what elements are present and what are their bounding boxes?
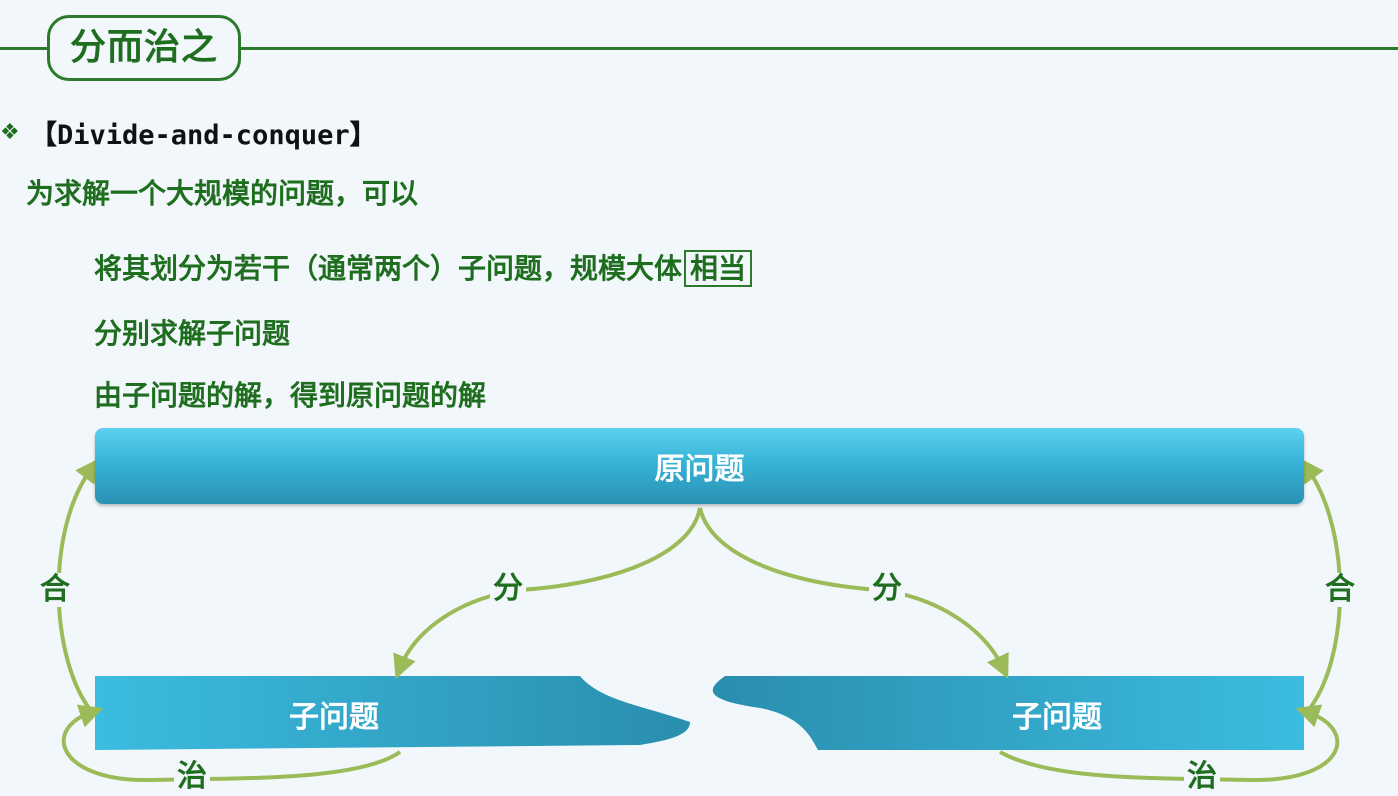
sub-problem-right-label: 子问题 [1012,700,1102,735]
divide-label-left: 分 [490,572,526,606]
sub-problem-left-shape [95,676,690,750]
conquer-label-left: 治 [174,760,210,794]
combine-label-right: 合 [1322,573,1358,607]
original-problem-label: 原问题 [654,452,745,487]
slide: 分而治之 ❖ 【Divide-and-conquer】 为求解一个大规模的问题，… [0,0,1398,796]
divide-arrow-left [393,507,702,680]
sub-problem-left-label: 子问题 [289,700,379,735]
combine-label-left: 合 [37,573,73,607]
divide-label-right: 分 [869,572,905,606]
diagram-svg [56,458,1342,783]
conquer-label-right: 治 [1184,760,1220,794]
original-problem-box: 原问题 [95,428,1304,504]
divide-arrow-right [698,507,1009,679]
sub-problem-right-shape [712,676,1304,750]
